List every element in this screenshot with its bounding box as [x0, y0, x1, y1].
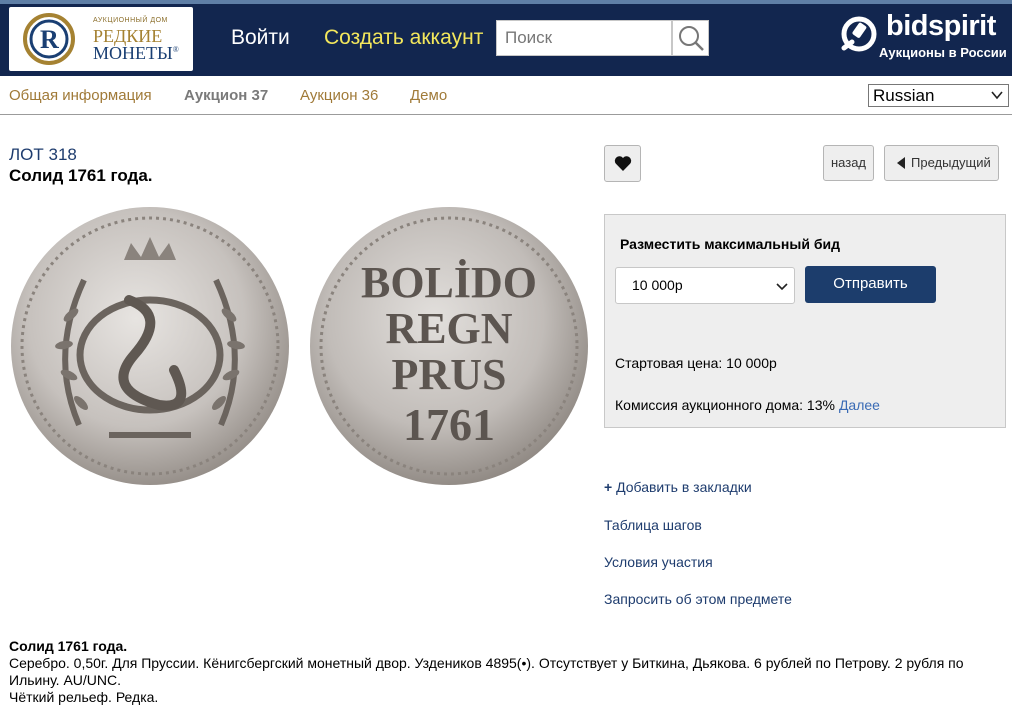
- search-input[interactable]: [496, 20, 672, 56]
- add-bookmark-link[interactable]: + Добавить в закладки: [604, 479, 752, 495]
- login-link[interactable]: Войти: [231, 26, 290, 50]
- logo-line2: МОНЕТЫ®: [93, 43, 179, 63]
- steps-table-link[interactable]: Таблица шагов: [604, 517, 702, 533]
- triangle-left-icon: [897, 157, 905, 169]
- subnav-auction-36[interactable]: Аукцион 36: [300, 87, 378, 104]
- chevron-down-icon: [991, 91, 1003, 100]
- subnav-auction-37[interactable]: Аукцион 37: [184, 87, 268, 104]
- logo-small-text: АУКЦИОННЫЙ ДОМ: [93, 17, 168, 24]
- subnav-general-info[interactable]: Общая информация: [9, 87, 152, 104]
- site-header: R АУКЦИОННЫЙ ДОМ РЕДКИЕ МОНЕТЫ® Войти Со…: [0, 4, 1012, 76]
- create-account-link[interactable]: Создать аккаунт: [324, 26, 483, 50]
- commission-info: Комиссия аукционного дома: 13% Далее: [615, 397, 880, 413]
- language-select[interactable]: Russian: [868, 84, 1009, 107]
- search-icon: [679, 26, 704, 51]
- bid-amount-select[interactable]: 10 000р: [615, 267, 795, 304]
- favorite-button[interactable]: [604, 145, 641, 182]
- start-price-value: 10 000р: [726, 355, 777, 371]
- bidspirit-tagline: Аукционы в России: [879, 45, 1007, 60]
- coin-obverse-image[interactable]: [9, 205, 291, 487]
- bidspirit-brand-name[interactable]: bidspirit: [886, 10, 996, 43]
- bid-amount-value: 10 000р: [632, 277, 683, 293]
- language-selected-value: Russian: [873, 86, 935, 105]
- site-logo[interactable]: R АУКЦИОННЫЙ ДОМ РЕДКИЕ МОНЕТЫ®: [9, 7, 193, 71]
- coin-reverse-image[interactable]: BOLİDO REGN PRUS 1761: [308, 205, 590, 487]
- description-note: Чёткий рельеф. Редка.: [9, 689, 159, 705]
- terms-link[interactable]: Условия участия: [604, 554, 713, 570]
- ask-about-item-link[interactable]: Запросить об этом предмете: [604, 591, 792, 607]
- reverse-legend-line2: REGN: [385, 304, 512, 353]
- search-button[interactable]: [672, 20, 709, 56]
- reverse-legend-line1: BOLİDO: [361, 258, 537, 307]
- back-button[interactable]: назад: [823, 145, 874, 181]
- lot-title: Солид 1761 года.: [9, 166, 153, 185]
- svg-text:R: R: [40, 25, 59, 54]
- lot-description: Солид 1761 года. Серебро. 0,50г. Для Пру…: [9, 638, 999, 706]
- bid-heading: Разместить максимальный бид: [620, 236, 840, 252]
- chevron-down-icon: [776, 283, 788, 291]
- plus-icon: +: [604, 479, 613, 495]
- logo-emblem-icon: R: [23, 13, 75, 65]
- description-text: Серебро. 0,50г. Для Пруссии. Кёнигсбергс…: [9, 655, 964, 688]
- previous-lot-button[interactable]: Предыдущий: [884, 145, 999, 181]
- description-title: Солид 1761 года.: [9, 638, 128, 654]
- commission-more-link[interactable]: Далее: [839, 397, 880, 413]
- reverse-legend-line3: PRUS: [392, 350, 507, 399]
- start-price: Стартовая цена: 10 000р: [615, 355, 777, 371]
- lot-number: ЛОТ 318: [9, 145, 77, 164]
- subnav-demo[interactable]: Демо: [410, 87, 447, 104]
- heart-icon: [614, 156, 632, 171]
- auction-subnav: Общая информация Аукцион 37 Аукцион 36 Д…: [0, 76, 1012, 115]
- bidspirit-logo-icon: [841, 16, 877, 52]
- submit-bid-button[interactable]: Отправить: [805, 266, 936, 303]
- previous-lot-label: Предыдущий: [911, 155, 991, 170]
- bid-panel: Разместить максимальный бид 10 000р Отпр…: [604, 214, 1006, 428]
- reverse-year: 1761: [403, 399, 495, 450]
